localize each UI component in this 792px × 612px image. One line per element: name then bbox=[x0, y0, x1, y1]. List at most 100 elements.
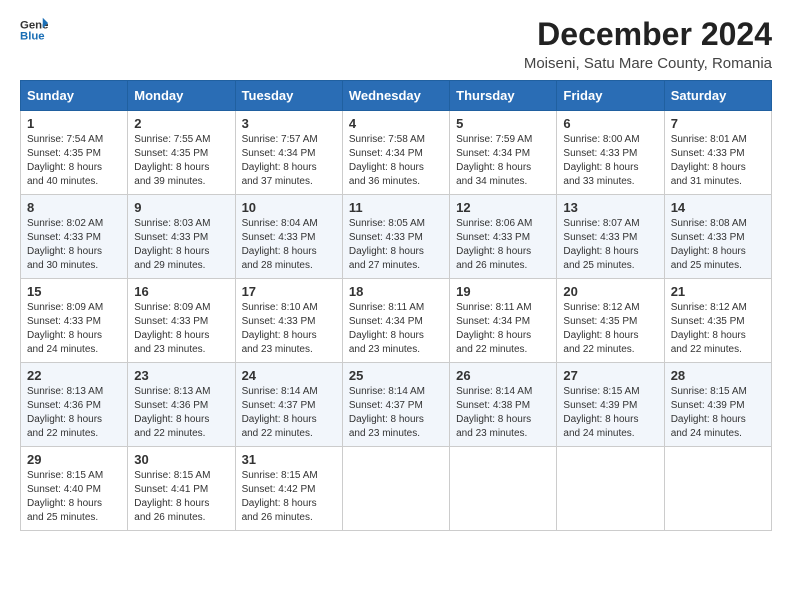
calendar-cell: 12 Sunrise: 8:06 AMSunset: 4:33 PMDayligh… bbox=[450, 195, 557, 279]
day-info: Sunrise: 8:09 AMSunset: 4:33 PMDaylight:… bbox=[27, 301, 121, 357]
calendar-cell: 8 Sunrise: 8:02 AMSunset: 4:33 PMDaylight… bbox=[21, 195, 128, 279]
weekday-header-cell: Sunday bbox=[21, 81, 128, 111]
day-info: Sunrise: 8:14 AMSunset: 4:38 PMDaylight:… bbox=[456, 385, 550, 441]
calendar-cell: 14 Sunrise: 8:08 AMSunset: 4:33 PMDayligh… bbox=[664, 195, 771, 279]
day-info: Sunrise: 8:06 AMSunset: 4:33 PMDaylight:… bbox=[456, 217, 550, 273]
calendar-cell: 5Sunrise: 7:59 AMSunset: 4:34 PMDaylight… bbox=[450, 111, 557, 195]
calendar-row: 22Sunrise: 8:13 AMSunset: 4:36 PMDayligh… bbox=[21, 363, 772, 447]
day-number: 27 bbox=[563, 368, 657, 383]
logo: General Blue bbox=[20, 16, 48, 44]
day-info: Sunrise: 8:09 AMSunset: 4:33 PMDaylight:… bbox=[134, 301, 228, 357]
day-number: 7 bbox=[671, 116, 765, 131]
calendar-cell: 9 Sunrise: 8:03 AMSunset: 4:33 PMDaylight… bbox=[128, 195, 235, 279]
calendar-cell bbox=[664, 447, 771, 531]
day-number: 30 bbox=[134, 452, 228, 467]
main-title: December 2024 bbox=[524, 16, 772, 53]
calendar-cell: 3 Sunrise: 7:57 AMSunset: 4:34 PMDaylight… bbox=[235, 111, 342, 195]
day-info: Sunrise: 8:05 AMSunset: 4:33 PMDaylight:… bbox=[349, 217, 443, 273]
day-number: 11 bbox=[349, 200, 443, 215]
day-number: 12 bbox=[456, 200, 550, 215]
day-number: 22 bbox=[27, 368, 121, 383]
day-number: 21 bbox=[671, 284, 765, 299]
title-area: December 2024 Moiseni, Satu Mare County,… bbox=[524, 16, 772, 72]
day-info: Sunrise: 8:10 AMSunset: 4:33 PMDaylight:… bbox=[242, 301, 336, 357]
calendar-cell: 13 Sunrise: 8:07 AMSunset: 4:33 PMDayligh… bbox=[557, 195, 664, 279]
day-number: 14 bbox=[671, 200, 765, 215]
day-info: Sunrise: 8:08 AMSunset: 4:33 PMDaylight:… bbox=[671, 217, 765, 273]
day-info: Sunrise: 8:02 AMSunset: 4:33 PMDaylight:… bbox=[27, 217, 121, 273]
day-info: Sunrise: 8:15 AMSunset: 4:42 PMDaylight:… bbox=[242, 469, 336, 525]
day-number: 9 bbox=[134, 200, 228, 215]
day-info: Sunrise: 8:12 AMSunset: 4:35 PMDaylight:… bbox=[671, 301, 765, 357]
calendar-cell: 10 Sunrise: 8:04 AMSunset: 4:33 PMDayligh… bbox=[235, 195, 342, 279]
calendar-cell: 29Sunrise: 8:15 AMSunset: 4:40 PMDayligh… bbox=[21, 447, 128, 531]
calendar-cell: 18 Sunrise: 8:11 AMSunset: 4:34 PMDayligh… bbox=[342, 279, 449, 363]
calendar-cell: 27 Sunrise: 8:15 AMSunset: 4:39 PMDayligh… bbox=[557, 363, 664, 447]
calendar-cell: 25 Sunrise: 8:14 AMSunset: 4:37 PMDayligh… bbox=[342, 363, 449, 447]
calendar-cell: 17Sunrise: 8:10 AMSunset: 4:33 PMDayligh… bbox=[235, 279, 342, 363]
day-number: 31 bbox=[242, 452, 336, 467]
day-info: Sunrise: 7:59 AMSunset: 4:34 PMDaylight:… bbox=[456, 133, 550, 189]
day-number: 25 bbox=[349, 368, 443, 383]
day-number: 13 bbox=[563, 200, 657, 215]
calendar-cell: 20 Sunrise: 8:12 AMSunset: 4:35 PMDayligh… bbox=[557, 279, 664, 363]
calendar-cell: 30 Sunrise: 8:15 AMSunset: 4:41 PMDayligh… bbox=[128, 447, 235, 531]
calendar-cell: 26Sunrise: 8:14 AMSunset: 4:38 PMDayligh… bbox=[450, 363, 557, 447]
day-info: Sunrise: 8:11 AMSunset: 4:34 PMDaylight:… bbox=[456, 301, 550, 357]
calendar-cell: 6 Sunrise: 8:00 AMSunset: 4:33 PMDaylight… bbox=[557, 111, 664, 195]
day-info: Sunrise: 8:01 AMSunset: 4:33 PMDaylight:… bbox=[671, 133, 765, 189]
weekday-header-row: SundayMondayTuesdayWednesdayThursdayFrid… bbox=[21, 81, 772, 111]
calendar-cell: 1 Sunrise: 7:54 AMSunset: 4:35 PMDaylight… bbox=[21, 111, 128, 195]
calendar-cell: 4Sunrise: 7:58 AMSunset: 4:34 PMDaylight… bbox=[342, 111, 449, 195]
day-number: 18 bbox=[349, 284, 443, 299]
day-info: Sunrise: 8:03 AMSunset: 4:33 PMDaylight:… bbox=[134, 217, 228, 273]
day-info: Sunrise: 8:04 AMSunset: 4:33 PMDaylight:… bbox=[242, 217, 336, 273]
day-number: 23 bbox=[134, 368, 228, 383]
logo-icon: General Blue bbox=[20, 16, 48, 44]
day-number: 8 bbox=[27, 200, 121, 215]
day-number: 10 bbox=[242, 200, 336, 215]
day-info: Sunrise: 8:00 AMSunset: 4:33 PMDaylight:… bbox=[563, 133, 657, 189]
day-number: 29 bbox=[27, 452, 121, 467]
day-info: Sunrise: 8:15 AMSunset: 4:39 PMDaylight:… bbox=[563, 385, 657, 441]
subtitle: Moiseni, Satu Mare County, Romania bbox=[524, 55, 772, 72]
day-number: 19 bbox=[456, 284, 550, 299]
calendar-cell: 16 Sunrise: 8:09 AMSunset: 4:33 PMDayligh… bbox=[128, 279, 235, 363]
calendar-row: 1 Sunrise: 7:54 AMSunset: 4:35 PMDaylight… bbox=[21, 111, 772, 195]
calendar-cell: 2Sunrise: 7:55 AMSunset: 4:35 PMDaylight… bbox=[128, 111, 235, 195]
calendar-table: SundayMondayTuesdayWednesdayThursdayFrid… bbox=[20, 80, 772, 531]
day-info: Sunrise: 7:54 AMSunset: 4:35 PMDaylight:… bbox=[27, 133, 121, 189]
day-info: Sunrise: 8:15 AMSunset: 4:41 PMDaylight:… bbox=[134, 469, 228, 525]
day-number: 6 bbox=[563, 116, 657, 131]
weekday-header-cell: Monday bbox=[128, 81, 235, 111]
day-info: Sunrise: 8:07 AMSunset: 4:33 PMDaylight:… bbox=[563, 217, 657, 273]
weekday-header-cell: Thursday bbox=[450, 81, 557, 111]
calendar-cell: 28Sunrise: 8:15 AMSunset: 4:39 PMDayligh… bbox=[664, 363, 771, 447]
day-info: Sunrise: 8:14 AMSunset: 4:37 PMDaylight:… bbox=[242, 385, 336, 441]
calendar-cell: 15 Sunrise: 8:09 AMSunset: 4:33 PMDayligh… bbox=[21, 279, 128, 363]
day-info: Sunrise: 8:14 AMSunset: 4:37 PMDaylight:… bbox=[349, 385, 443, 441]
day-number: 28 bbox=[671, 368, 765, 383]
day-info: Sunrise: 7:58 AMSunset: 4:34 PMDaylight:… bbox=[349, 133, 443, 189]
calendar-cell bbox=[557, 447, 664, 531]
calendar-body: 1 Sunrise: 7:54 AMSunset: 4:35 PMDaylight… bbox=[21, 111, 772, 531]
day-number: 15 bbox=[27, 284, 121, 299]
calendar-cell: 21 Sunrise: 8:12 AMSunset: 4:35 PMDayligh… bbox=[664, 279, 771, 363]
weekday-header-cell: Wednesday bbox=[342, 81, 449, 111]
weekday-header-cell: Tuesday bbox=[235, 81, 342, 111]
day-number: 3 bbox=[242, 116, 336, 131]
calendar-cell: 31 Sunrise: 8:15 AMSunset: 4:42 PMDayligh… bbox=[235, 447, 342, 531]
day-number: 2 bbox=[134, 116, 228, 131]
calendar-cell: 22Sunrise: 8:13 AMSunset: 4:36 PMDayligh… bbox=[21, 363, 128, 447]
calendar-row: 29Sunrise: 8:15 AMSunset: 4:40 PMDayligh… bbox=[21, 447, 772, 531]
calendar-cell bbox=[342, 447, 449, 531]
day-number: 16 bbox=[134, 284, 228, 299]
day-number: 20 bbox=[563, 284, 657, 299]
calendar-cell bbox=[450, 447, 557, 531]
calendar-row: 15 Sunrise: 8:09 AMSunset: 4:33 PMDayligh… bbox=[21, 279, 772, 363]
day-info: Sunrise: 8:12 AMSunset: 4:35 PMDaylight:… bbox=[563, 301, 657, 357]
day-info: Sunrise: 8:11 AMSunset: 4:34 PMDaylight:… bbox=[349, 301, 443, 357]
day-info: Sunrise: 7:57 AMSunset: 4:34 PMDaylight:… bbox=[242, 133, 336, 189]
day-number: 1 bbox=[27, 116, 121, 131]
calendar-cell: 24Sunrise: 8:14 AMSunset: 4:37 PMDayligh… bbox=[235, 363, 342, 447]
